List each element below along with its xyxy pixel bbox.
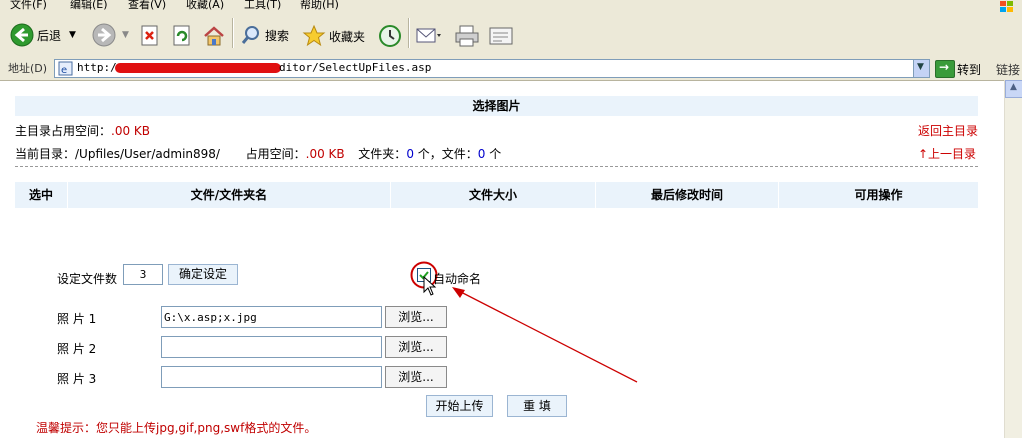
- menu-favorites[interactable]: 收藏(A): [186, 0, 224, 12]
- start-upload-button[interactable]: 开始上传: [426, 395, 493, 417]
- root-usage-label: 主目录占用空间：: [15, 124, 112, 138]
- root-usage-value: .00 KB: [111, 124, 151, 138]
- photo-1-browse-button[interactable]: 浏览...: [385, 306, 447, 328]
- menu-edit[interactable]: 编辑(E): [70, 0, 108, 12]
- photo-1-label: 照 片 1: [57, 312, 97, 326]
- photo-3-input[interactable]: [161, 366, 382, 388]
- address-dropdown[interactable]: ▼: [913, 60, 929, 77]
- divider: [15, 166, 978, 167]
- col-filename: 文件/文件夹名: [68, 182, 391, 208]
- history-icon[interactable]: [378, 24, 402, 48]
- address-input[interactable]: e http:/ ditor/SelectUpFiles.asp ▼: [54, 59, 930, 78]
- photo-1-input[interactable]: [161, 306, 382, 328]
- upload-hint: 温馨提示：您只能上传jpg,gif,png,swf格式的文件。: [36, 421, 317, 435]
- page-title: 选择图片: [15, 96, 978, 116]
- reset-button[interactable]: 重 填: [507, 395, 567, 417]
- col-modified: 最后修改时间: [596, 182, 779, 208]
- file-count-input[interactable]: [123, 264, 163, 285]
- current-dir-label: 当前目录：/Upfiles/User/admin898/: [15, 147, 220, 161]
- root-usage: 主目录占用空间：.00 KB: [15, 122, 150, 139]
- svg-text:e: e: [61, 65, 67, 76]
- return-root-link[interactable]: 返回主目录: [918, 122, 978, 139]
- file-table-header: 选中 文件/文件夹名 文件大小 最后修改时间 可用操作: [15, 182, 978, 208]
- menu-tools[interactable]: 工具(T): [244, 0, 281, 12]
- menu-view[interactable]: 查看(V): [128, 0, 166, 12]
- folder-unit: 个，文件：: [417, 147, 478, 161]
- star-icon: [302, 24, 326, 47]
- favorites-label: 收藏夹: [329, 29, 366, 44]
- back-arrow-icon: [10, 23, 34, 47]
- current-dir-info: 当前目录：/Upfiles/User/admin898/ 占用空间：.00 KB…: [15, 145, 501, 162]
- address-label: 地址(D): [8, 62, 48, 75]
- file-unit: 个: [489, 147, 502, 161]
- refresh-icon[interactable]: [172, 25, 192, 47]
- address-url: http:/: [77, 61, 117, 74]
- menu-bar: 文件(F) 编辑(E) 查看(V) 收藏(A) 工具(T) 帮助(H): [0, 0, 1022, 12]
- file-count-label: 设定文件数: [57, 272, 118, 286]
- search-label: 搜索: [265, 28, 290, 43]
- page-icon: e: [58, 61, 73, 76]
- back-button[interactable]: 后退 ▼: [10, 23, 76, 47]
- col-actions: 可用操作: [854, 188, 903, 202]
- photo-3-label: 照 片 3: [57, 372, 97, 386]
- menu-file[interactable]: 文件(F): [10, 0, 47, 12]
- chevron-down-icon[interactable]: ▼: [122, 30, 129, 40]
- file-count: 0: [477, 147, 486, 161]
- home-icon[interactable]: [202, 24, 226, 48]
- search-icon: [241, 26, 259, 44]
- chevron-down-icon[interactable]: ▼: [69, 30, 76, 40]
- col-select: 选中: [15, 182, 68, 208]
- photo-2-input[interactable]: [161, 336, 382, 358]
- back-label: 后退: [37, 28, 62, 43]
- forward-button[interactable]: ▼: [92, 23, 129, 47]
- photo-2-browse-button[interactable]: 浏览...: [385, 336, 447, 358]
- address-url-tail: ditor/SelectUpFiles.asp: [279, 61, 432, 74]
- go-arrow-icon[interactable]: →: [935, 60, 955, 78]
- address-bar: 地址(D) e http:/ ditor/SelectUpFiles.asp ▼…: [0, 57, 1022, 81]
- chevron-down-icon: ▼: [917, 62, 924, 72]
- folder-label: 文件夹：: [358, 147, 407, 161]
- mail-icon[interactable]: [416, 26, 442, 46]
- go-button[interactable]: 转到: [957, 61, 981, 78]
- confirm-setting-button[interactable]: 确定设定: [168, 264, 238, 285]
- photo-2-label: 照 片 2: [57, 342, 97, 356]
- forward-arrow-icon: [92, 23, 116, 47]
- col-filesize: 文件大小: [391, 182, 596, 208]
- search-button[interactable]: 搜索: [240, 24, 289, 46]
- edit-icon[interactable]: [488, 25, 514, 47]
- vertical-scrollbar[interactable]: ▲: [1004, 80, 1022, 438]
- stop-icon[interactable]: [140, 25, 160, 47]
- photo-3-browse-button[interactable]: 浏览...: [385, 366, 447, 388]
- mouse-cursor-icon: [423, 276, 437, 296]
- folder-count: 0: [406, 147, 414, 161]
- print-icon[interactable]: [454, 25, 480, 47]
- links-label[interactable]: 链接: [996, 61, 1020, 78]
- windows-logo-icon: [1000, 1, 1013, 12]
- chevron-up-icon: ▲: [1010, 82, 1017, 92]
- used-space-value: .00 KB: [305, 147, 345, 161]
- menu-help[interactable]: 帮助(H): [300, 0, 339, 12]
- toolbar: 后退 ▼ ▼ 搜索 收藏夹: [0, 12, 1022, 59]
- used-space-label: 占用空间：: [245, 147, 306, 161]
- favorites-button[interactable]: 收藏夹: [302, 24, 365, 48]
- scroll-up-button[interactable]: ▲: [1005, 80, 1022, 98]
- up-dir-link[interactable]: ↑上一目录: [918, 145, 976, 162]
- annotation-arrow: [452, 287, 638, 383]
- redaction-mark: [115, 63, 281, 73]
